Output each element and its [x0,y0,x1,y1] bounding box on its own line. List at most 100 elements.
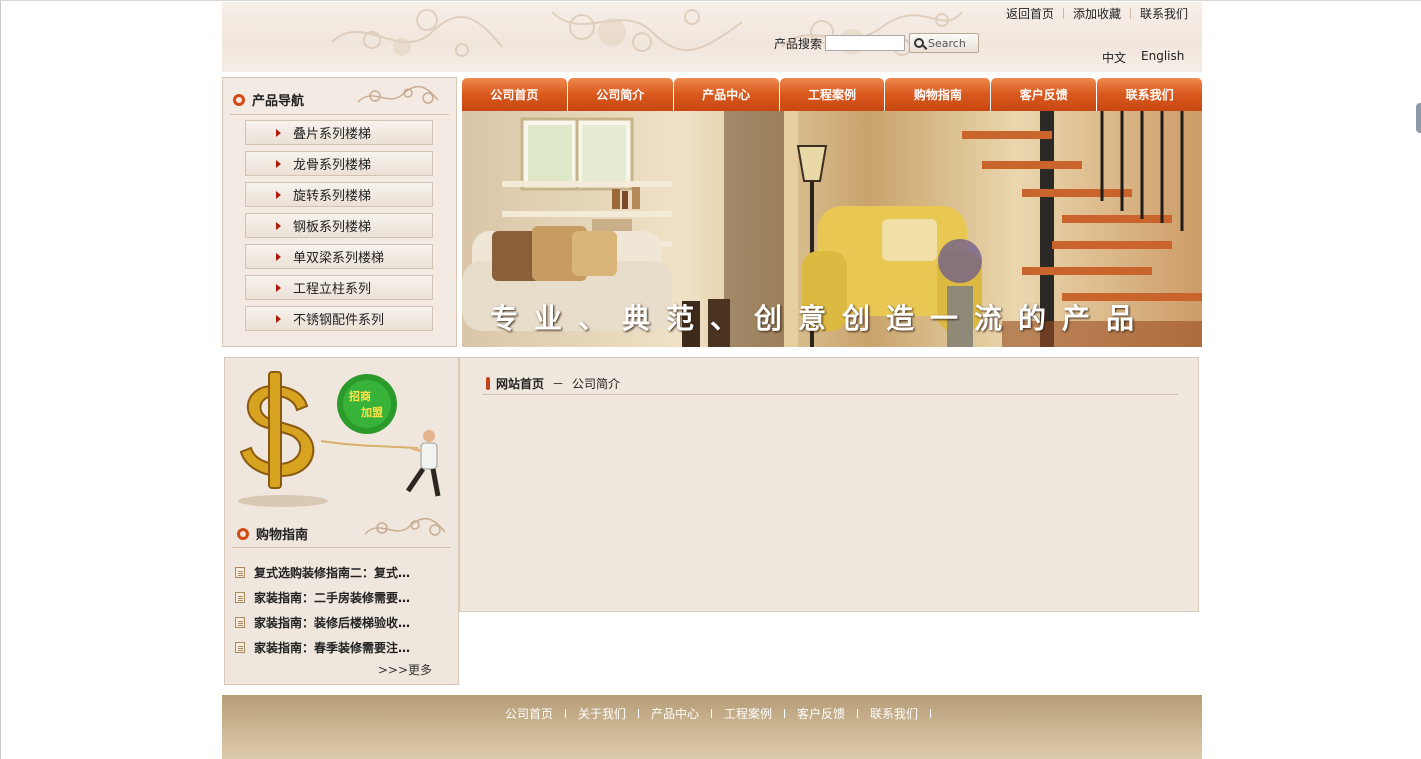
tab-shopping-guide[interactable]: 购物指南 [885,78,991,111]
top-links: 返回首页 添加收藏 联系我们 [1006,5,1188,22]
main-nav: 公司首页 公司简介 产品中心 工程案例 购物指南 客户反馈 联系我们 [462,78,1203,111]
tab-cases[interactable]: 工程案例 [779,78,885,111]
search-button-label: Search [928,36,966,50]
list-item[interactable]: 家装指南：装修后楼梯验收… [235,610,410,635]
footer-link-about[interactable]: 关于我们 [578,705,626,722]
product-category-label: 钢板系列楼梯 [293,220,372,235]
more-link[interactable]: >>>更多 [378,661,432,678]
breadcrumb-current: 公司简介 [572,377,621,391]
divider [857,709,859,718]
tab-contact[interactable]: 联系我们 [1097,78,1203,111]
floral-flourish-icon [364,517,446,536]
floral-flourish-icon [357,85,439,104]
breadcrumb-home-link[interactable]: 网站首页 [496,375,544,392]
product-category-label: 不锈钢配件系列 [293,313,385,328]
scrollbar-handle[interactable] [1416,103,1421,133]
search-button[interactable]: Search [909,33,980,53]
arrow-right-icon [276,252,281,261]
arrow-right-icon [276,159,281,168]
lang-chinese[interactable]: 中文 [1102,49,1126,66]
footer-link-cases[interactable]: 工程案例 [724,705,772,722]
footer-link-home[interactable]: 公司首页 [505,705,553,722]
tab-label: 公司简介 [596,88,645,102]
arrow-right-icon [276,128,281,137]
divider [930,709,932,718]
product-nav-title: 产品导航 [252,94,305,109]
search-bar: 产品搜索 Search [774,33,980,53]
divider [232,547,451,548]
promo-badge-text-2: 加盟 [360,405,383,419]
breadcrumb: 网站首页 － 公司简介 [486,375,620,392]
shopping-guide-title: 购物指南 [256,528,309,543]
list-item[interactable]: 家装指南：二手房装修需要… [235,585,410,610]
document-icon [235,642,245,653]
search-input[interactable] [825,35,906,51]
product-category-item[interactable]: 工程立柱系列 [245,275,433,300]
product-category-label: 单双梁系列楼梯 [293,251,385,266]
circle-bullet-icon [237,527,249,540]
product-category-item[interactable]: 叠片系列楼梯 [245,120,433,145]
site-header: 返回首页 添加收藏 联系我们 产品搜索 Search 中文 English [222,2,1202,72]
sidebar-shopping-guide: 招商 加盟 购物指南 复式选购装修指南二：复式… 家装指南：二手房装修需要… 家… [224,357,459,685]
shopping-guide-list: 复式选购装修指南二：复式… 家装指南：二手房装修需要… 家装指南：装修后楼梯验收… [235,560,410,660]
guide-article-title: 家装指南：春季装修需要注… [254,641,411,655]
list-item[interactable]: 家装指南：春季装修需要注… [235,635,410,660]
divider [564,709,566,718]
document-icon [235,592,245,603]
tab-products[interactable]: 产品中心 [673,78,779,111]
divider [1062,8,1064,19]
footer-link-feedback[interactable]: 客户反馈 [797,705,845,722]
divider [784,709,786,718]
tab-feedback[interactable]: 客户反馈 [991,78,1097,111]
arrow-right-icon [276,221,281,230]
divider [711,709,712,718]
product-category-item[interactable]: 钢板系列楼梯 [245,213,433,238]
tab-home[interactable]: 公司首页 [462,78,567,111]
product-nav-panel: 产品导航 叠片系列楼梯 龙骨系列楼梯 旋转系列楼梯 钢板系列楼梯 单双梁系列楼梯… [222,77,457,347]
divider [230,114,449,115]
site-footer: 公司首页 关于我们 产品中心 工程案例 客户反馈 联系我们 [222,695,1202,759]
guide-article-title: 家装指南：二手房装修需要… [254,591,411,605]
footer-links: 公司首页 关于我们 产品中心 工程案例 客户反馈 联系我们 [222,705,1202,722]
divider [1129,8,1131,19]
list-item[interactable]: 复式选购装修指南二：复式… [235,560,410,585]
footer-link-contact[interactable]: 联系我们 [870,705,918,722]
breadcrumb-marker-icon [486,377,490,390]
language-switcher: 中文 English [1102,49,1184,66]
divider [482,394,1178,395]
product-category-label: 叠片系列楼梯 [293,127,372,142]
product-category-item[interactable]: 单双梁系列楼梯 [245,244,433,269]
franchise-promo-image[interactable]: 招商 加盟 [233,366,451,516]
breadcrumb-separator: － [552,377,565,391]
search-label: 产品搜索 [774,36,823,51]
product-category-list: 叠片系列楼梯 龙骨系列楼梯 旋转系列楼梯 钢板系列楼梯 单双梁系列楼梯 工程立柱… [245,120,433,337]
divider [637,709,639,718]
search-icon [914,38,925,48]
lang-english[interactable]: English [1141,49,1184,66]
footer-link-products[interactable]: 产品中心 [651,705,699,722]
arrow-right-icon [276,314,281,323]
top-link-contact[interactable]: 联系我们 [1140,5,1188,22]
promo-badge-text-1: 招商 [349,389,371,403]
top-link-bookmark[interactable]: 添加收藏 [1073,5,1121,22]
product-category-label: 龙骨系列楼梯 [293,158,372,173]
product-category-label: 旋转系列楼梯 [293,189,372,204]
product-category-item[interactable]: 不锈钢配件系列 [245,306,433,331]
document-icon [235,567,245,578]
tab-label: 联系我们 [1125,88,1174,102]
tab-label: 产品中心 [702,88,751,102]
guide-article-title: 复式选购装修指南二：复式… [254,566,411,580]
tab-label: 工程案例 [808,88,857,102]
product-category-item[interactable]: 旋转系列楼梯 [245,182,433,207]
banner-slogan: 专业、典范、创意创造一流的产品 [490,302,1151,335]
product-category-item[interactable]: 龙骨系列楼梯 [245,151,433,176]
tab-label: 客户反馈 [1019,88,1068,102]
tab-about[interactable]: 公司简介 [567,78,673,111]
arrow-right-icon [276,190,281,199]
tab-label: 购物指南 [913,88,962,102]
top-link-home[interactable]: 返回首页 [1006,5,1054,22]
hero-banner: 专业、典范、创意创造一流的产品 [462,111,1202,347]
arrow-right-icon [276,283,281,292]
product-category-label: 工程立柱系列 [293,282,372,297]
product-nav-heading: 产品导航 [233,90,304,109]
